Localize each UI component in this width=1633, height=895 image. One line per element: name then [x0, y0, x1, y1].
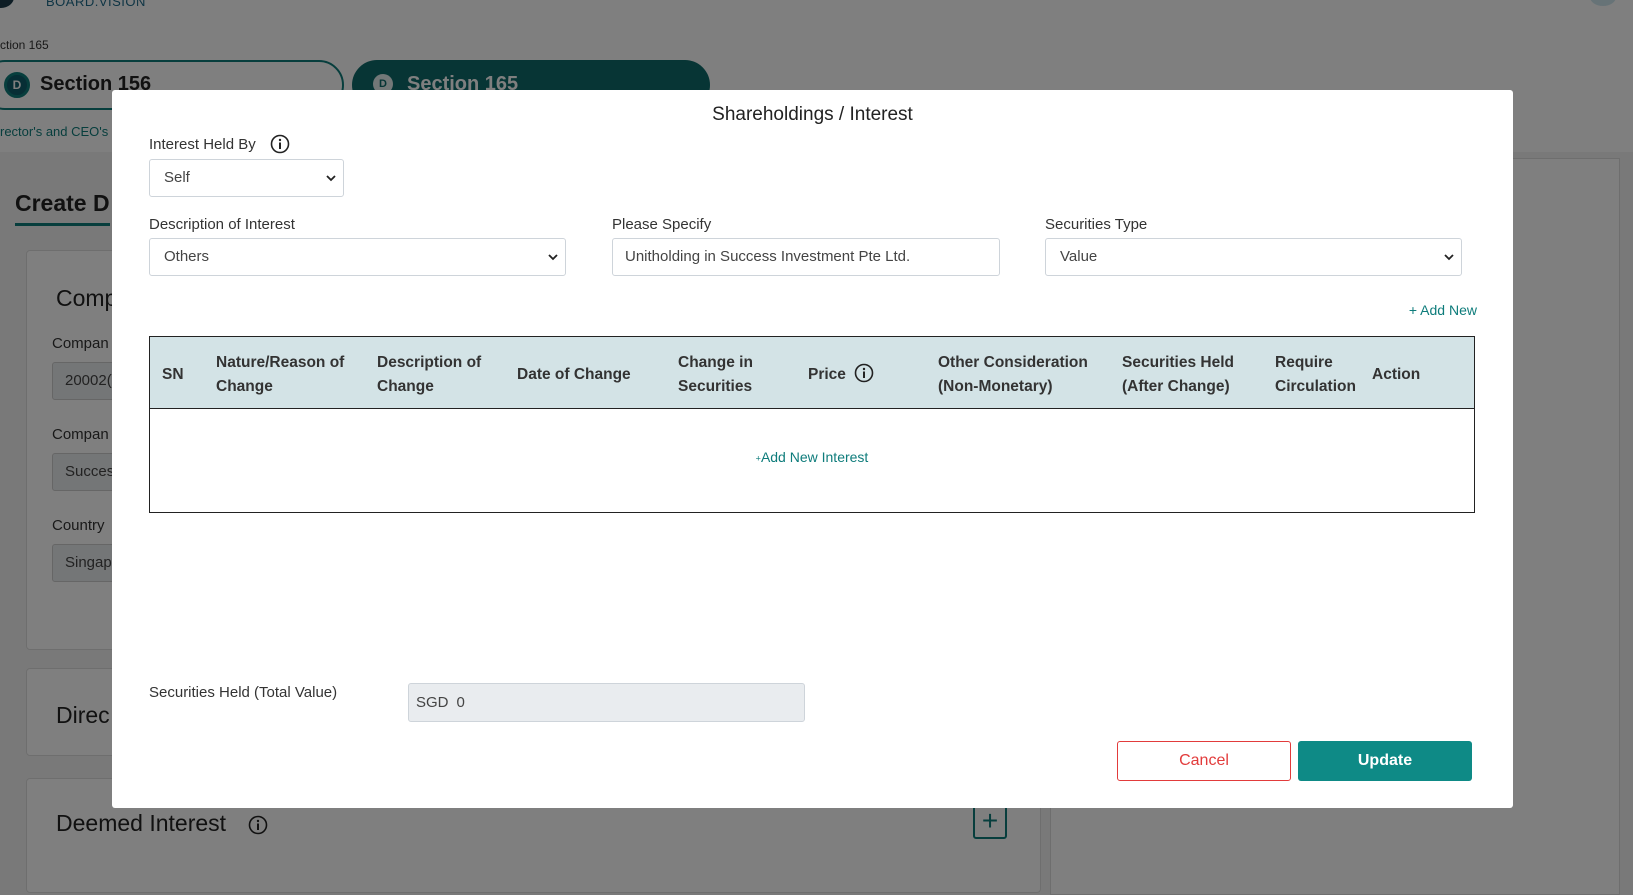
col-req-line1: Require [1275, 354, 1333, 371]
add-new-link[interactable]: + Add New [1409, 302, 1477, 318]
securities-type-value: Value [1060, 248, 1098, 265]
interest-held-by-select[interactable]: Self [149, 159, 344, 197]
please-specify-input[interactable]: Unitholding in Success Investment Pte Lt… [612, 238, 1000, 276]
col-nature: Nature/Reason of Change [216, 351, 344, 399]
add-new-interest-link[interactable]: +Add New Interest [150, 449, 1474, 465]
interest-table: SN Nature/Reason of Change Description o… [149, 336, 1475, 513]
col-held-line1: Securities Held [1122, 354, 1234, 371]
col-sn: SN [162, 366, 184, 383]
col-description: Description of Change [377, 351, 481, 399]
securities-held-total-label: Securities Held (Total Value) [149, 684, 338, 701]
col-price-label: Price [808, 366, 846, 383]
interest-held-by-value: Self [164, 169, 190, 186]
description-of-interest-value: Others [164, 248, 210, 265]
securities-held-total-field: SGD 0 [408, 683, 805, 722]
col-change-line2: Securities [678, 378, 753, 395]
please-specify-label: Please Specify [612, 216, 712, 233]
col-change-line1: Change in [678, 354, 753, 371]
col-change: Change in Securities [678, 351, 753, 399]
update-button[interactable]: Update [1298, 741, 1472, 781]
interest-held-by-label-text: Interest Held By [149, 136, 256, 153]
col-nature-line2: Change [216, 378, 273, 395]
interest-held-by-label: Interest Held By [149, 134, 290, 154]
modal-title: Shareholdings / Interest [712, 104, 913, 125]
col-description-line1: Description of [377, 354, 482, 371]
currency-label: SGD [416, 694, 449, 711]
info-icon[interactable] [270, 134, 290, 154]
description-of-interest-select[interactable]: Others [149, 238, 566, 276]
chevron-down-icon [326, 175, 336, 182]
chevron-down-icon [548, 254, 558, 261]
info-icon[interactable] [854, 363, 874, 383]
col-description-line2: Change [377, 378, 434, 395]
col-securities-held: Securities Held (After Change) [1122, 351, 1234, 399]
col-other-line1: Other Consideration [938, 354, 1088, 371]
col-other-consideration: Other Consideration (Non-Monetary) [938, 351, 1088, 399]
col-date: Date of Change [517, 366, 631, 383]
description-of-interest-label: Description of Interest [149, 216, 295, 233]
col-nature-line1: Nature/Reason of [216, 354, 345, 371]
cancel-button[interactable]: Cancel [1117, 741, 1291, 781]
securities-held-total-value: 0 [456, 694, 465, 711]
col-action: Action [1372, 366, 1421, 383]
col-other-line2: (Non-Monetary) [938, 378, 1053, 395]
col-require-circulation: Require Circulation [1275, 351, 1356, 399]
chevron-down-icon [1444, 254, 1454, 261]
securities-type-select[interactable]: Value [1045, 238, 1462, 276]
table-header: SN Nature/Reason of Change Description o… [150, 337, 1474, 409]
col-req-line2: Circulation [1275, 378, 1356, 395]
add-new-interest-label: Add New Interest [760, 449, 869, 465]
col-price: Price [808, 363, 874, 387]
securities-type-label: Securities Type [1045, 216, 1148, 233]
col-held-line2: (After Change) [1122, 378, 1230, 395]
shareholdings-modal: Shareholdings / Interest Interest Held B… [112, 90, 1513, 808]
